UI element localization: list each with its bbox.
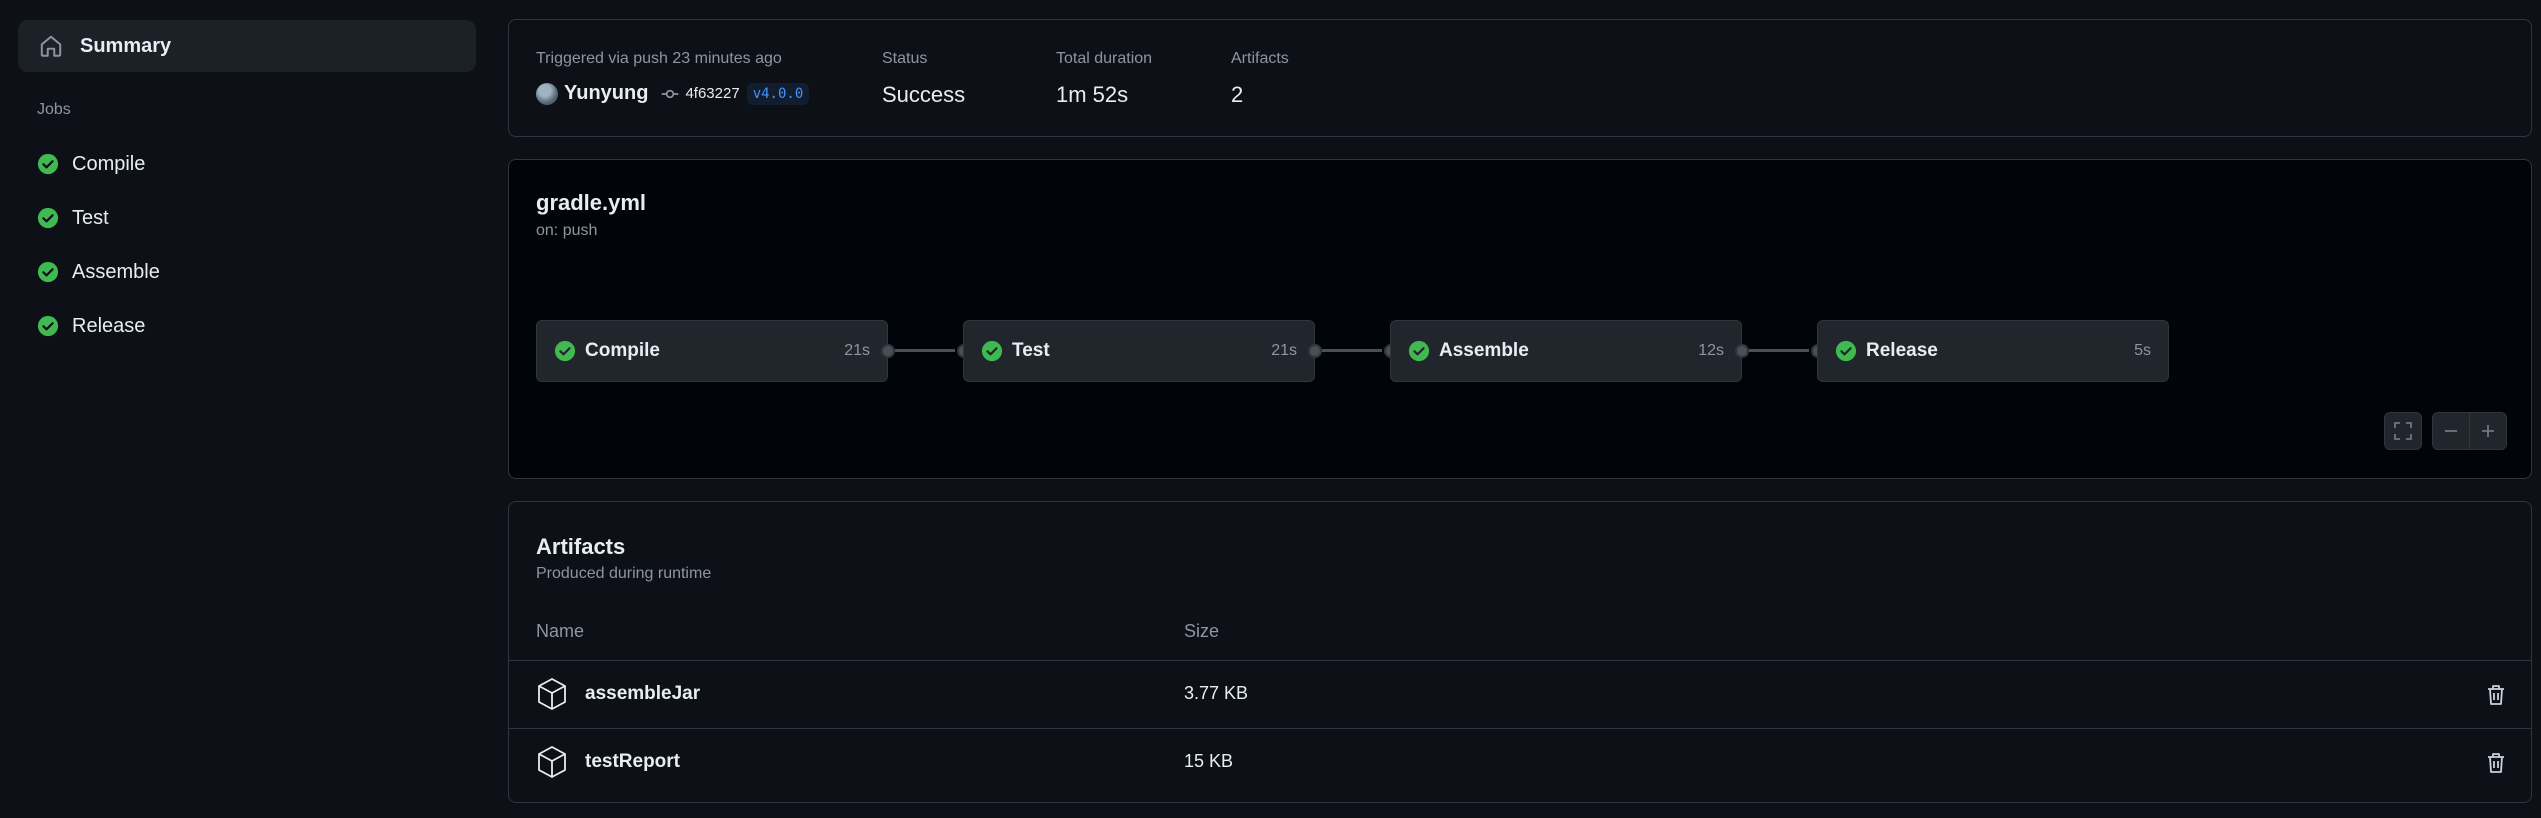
trash-icon[interactable] [2485,751,2507,775]
workflow-file-title: gradle.yml [536,190,647,215]
job-name: Test [1012,340,1050,361]
column-header-name: Name [536,621,585,641]
workflow-trigger: on: push [536,222,598,239]
workflow-graph-panel: gradle.yml on: push Compile 21s Test 21s… [508,159,2532,479]
artifacts-count-label: Artifacts [1231,50,1289,67]
zoom-out-button[interactable] [2432,412,2470,450]
minus-icon [2445,430,2457,432]
job-duration: 5s [2134,342,2151,359]
duration-value: 1m 52s [1056,82,1129,107]
job-card-assemble[interactable]: Assemble 12s [1390,320,1742,382]
fullscreen-icon [2394,422,2412,440]
artifacts-title: Artifacts [536,534,626,559]
sidebar-item-summary[interactable]: Summary [18,20,476,72]
job-connector [1322,349,1382,352]
plus-icon [2482,425,2494,437]
job-duration: 21s [844,342,870,359]
git-commit-icon [662,89,679,98]
job-name: Compile [585,340,660,361]
avatar[interactable] [536,82,558,105]
job-connector [1749,349,1809,352]
artifacts-count-info: Artifacts 2 [1231,50,1289,107]
check-circle-icon [37,207,59,229]
artifact-name-link[interactable]: assembleJar [585,683,700,705]
jobs-heading: Jobs [37,101,71,118]
job-name: Assemble [1439,340,1529,361]
check-circle-icon [37,153,59,175]
job-card-test[interactable]: Test 21s [963,320,1315,382]
job-connector [895,349,955,352]
sidebar-item-label: Compile [72,152,146,175]
check-circle-icon [554,340,576,362]
check-circle-icon [1835,340,1857,362]
sidebar-item-label: Test [72,206,109,229]
artifacts-count-value[interactable]: 2 [1231,82,1243,108]
tag-badge[interactable]: v4.0.0 [746,82,810,105]
check-circle-icon [1408,340,1430,362]
sidebar-item-compile[interactable]: Compile [37,148,145,180]
sidebar-item-test[interactable]: Test [37,202,109,234]
trash-icon[interactable] [2485,683,2507,707]
home-icon [40,35,62,57]
connector-dot [1735,344,1749,358]
fullscreen-button[interactable] [2384,412,2422,450]
artifact-size: 3.77 KB [1184,683,1249,703]
sidebar-item-label: Assemble [72,260,160,283]
trigger-info: Triggered via push 23 minutes ago [536,50,782,68]
artifacts-panel: Artifacts Produced during runtime Name S… [508,501,2532,803]
status-value: Success [882,82,966,107]
check-circle-icon [981,340,1003,362]
job-name: Release [1866,340,1938,361]
sidebar: Summary Jobs Compile Test Assemble Relea… [0,0,490,818]
artifact-size: 15 KB [1184,751,1234,771]
job-card-release[interactable]: Release 5s [1817,320,2169,382]
check-circle-icon [37,315,59,337]
check-circle-icon [37,261,59,283]
job-duration: 21s [1271,342,1297,359]
status-label: Status [882,50,928,67]
trigger-details: Yunyung 4f63227 v4.0.0 [536,82,810,105]
column-header-size: Size [1184,621,1220,641]
duration-label: Total duration [1056,50,1153,67]
connector-dot [1308,344,1322,358]
duration-info: Total duration 1m 52s [1056,50,1153,107]
table-row: assembleJar 3.77 KB [509,660,2531,729]
sidebar-item-assemble[interactable]: Assemble [37,256,160,288]
artifacts-subtitle: Produced during runtime [536,565,712,582]
package-icon [538,678,566,710]
artifact-name-link[interactable]: testReport [585,751,680,773]
run-info-panel: Triggered via push 23 minutes ago Yunyun… [508,19,2532,137]
commit-sha-link[interactable]: 4f63227 [685,85,739,102]
table-row: testReport 15 KB [509,728,2531,797]
trigger-text: Triggered via push 23 minutes ago [536,50,782,67]
connector-dot [881,344,895,358]
package-icon [538,746,566,778]
actor-link[interactable]: Yunyung [564,82,648,105]
sidebar-item-summary-label: Summary [80,34,172,57]
status-info: Status Success [882,50,965,107]
job-card-compile[interactable]: Compile 21s [536,320,888,382]
sidebar-item-label: Release [72,314,146,337]
job-duration: 12s [1698,342,1724,359]
zoom-in-button[interactable] [2469,412,2507,450]
sidebar-item-release[interactable]: Release [37,310,145,342]
